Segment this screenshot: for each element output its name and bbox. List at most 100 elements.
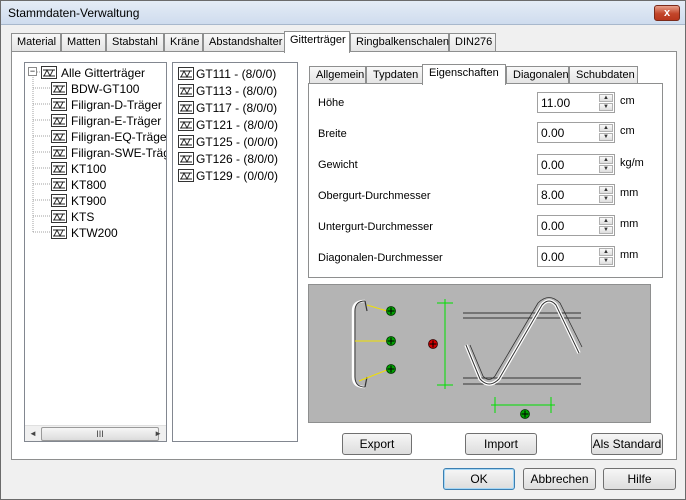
traeger-icon [178, 118, 194, 131]
tab-din276[interactable]: DIN276 [449, 33, 496, 52]
window-title: Stammdaten-Verwaltung [8, 6, 140, 20]
spin-up-icon[interactable]: ▲ [599, 124, 613, 132]
obergurt-input[interactable]: 8.00 ▲ ▼ [537, 184, 615, 205]
tree-item-label: KTW200 [71, 226, 118, 240]
title-bar[interactable]: Stammdaten-Verwaltung x [1, 1, 685, 25]
subtab-diagonalen[interactable]: Diagonalen [506, 66, 569, 84]
subtab-allgemein[interactable]: Allgemein [309, 66, 366, 84]
list-item-label: GT121 - (8/0/0) [196, 118, 279, 132]
traeger-icon [51, 210, 67, 223]
hoehe-value: 11.00 [541, 96, 571, 110]
traeger-icon [51, 226, 67, 239]
untergurt-unit: mm [620, 218, 639, 230]
spin-up-icon[interactable]: ▲ [599, 248, 613, 256]
gewicht-label: Gewicht [318, 159, 358, 171]
list-item-label: GT113 - (8/0/0) [196, 84, 278, 98]
spin-down-icon[interactable]: ▼ [599, 165, 613, 173]
scroll-right-arrow-icon[interactable]: ► [154, 429, 162, 438]
diagonalen-label: Diagonalen-Durchmesser [318, 252, 443, 264]
obergurt-value: 8.00 [541, 188, 565, 202]
spin-up-icon[interactable]: ▲ [599, 156, 613, 164]
breite-label: Breite [318, 128, 347, 140]
import-button[interactable]: Import [465, 433, 537, 455]
obergurt-unit: mm [620, 187, 639, 199]
subtab-typdaten[interactable]: Typdaten [366, 66, 423, 84]
list-item-label: GT111 - (8/0/0) [196, 67, 277, 81]
tree-horizontal-scrollbar[interactable]: ◄ III ► [25, 425, 166, 441]
tree-item-label: KT800 [71, 178, 107, 192]
spin-up-icon[interactable]: ▲ [599, 217, 613, 225]
spin-down-icon[interactable]: ▼ [599, 195, 613, 203]
tab-kraene[interactable]: Kräne [164, 33, 203, 52]
tree-item-label: KT900 [71, 194, 107, 208]
diagonalen-spinner[interactable]: ▲ ▼ [599, 248, 613, 265]
tab-ringbalkenschalen[interactable]: Ringbalkenschalen [350, 33, 449, 52]
traeger-icon [178, 169, 194, 182]
gewicht-unit: kg/m [620, 157, 644, 169]
tab-stabstahl[interactable]: Stabstahl [106, 33, 164, 52]
traeger-drawing [351, 297, 583, 419]
tree-item-label: Filigran-E-Träger [71, 114, 162, 128]
spin-down-icon[interactable]: ▼ [599, 133, 613, 141]
gewicht-spinner[interactable]: ▲ ▼ [599, 156, 613, 173]
breite-input[interactable]: 0.00 ▲ ▼ [537, 122, 615, 143]
scroll-left-arrow-icon[interactable]: ◄ [29, 429, 37, 438]
traeger-icon [178, 152, 194, 165]
spin-up-icon[interactable]: ▲ [599, 94, 613, 102]
scroll-thumb[interactable]: III [41, 427, 159, 441]
help-button[interactable]: Hilfe [603, 468, 676, 490]
gewicht-value: 0.00 [541, 158, 565, 172]
hoehe-input[interactable]: 11.00 ▲ ▼ [537, 92, 615, 113]
spin-down-icon[interactable]: ▼ [599, 103, 613, 111]
export-button[interactable]: Export [342, 433, 412, 455]
traeger-icon [178, 101, 194, 114]
subtab-schubdaten[interactable]: Schubdaten [569, 66, 638, 84]
hoehe-spinner[interactable]: ▲ ▼ [599, 94, 613, 111]
traeger-icon [51, 114, 67, 127]
traeger-icon [178, 135, 194, 148]
tab-gittertraeger[interactable]: Gitterträger [284, 31, 350, 53]
subtab-eigenschaften[interactable]: Eigenschaften [422, 64, 506, 85]
spin-down-icon[interactable]: ▼ [599, 257, 613, 265]
spin-down-icon[interactable]: ▼ [599, 226, 613, 234]
close-button[interactable]: x [654, 5, 680, 21]
tree-item-label: KTS [71, 210, 95, 224]
untergurt-label: Untergurt-Durchmesser [318, 221, 433, 233]
ok-button[interactable]: OK [443, 468, 515, 490]
tree-item-label: Filigran-SWE-Träger [71, 146, 166, 160]
tab-abstandshalter[interactable]: Abstandshalter [203, 33, 286, 52]
untergurt-spinner[interactable]: ▲ ▼ [599, 217, 613, 234]
traeger-icon [51, 162, 67, 175]
untergurt-input[interactable]: 0.00 ▲ ▼ [537, 215, 615, 236]
list-item-label: GT125 - (0/0/0) [196, 135, 279, 149]
tree-expander[interactable]: − [28, 67, 37, 76]
breite-spinner[interactable]: ▲ ▼ [599, 124, 613, 141]
cancel-button[interactable]: Abbrechen [523, 468, 596, 490]
traeger-icon [51, 130, 67, 143]
tree-root-label: Alle Gitterträger [61, 66, 146, 80]
hoehe-unit: cm [620, 95, 635, 107]
gewicht-input[interactable]: 0.00 ▲ ▼ [537, 154, 615, 175]
traeger-icon [51, 82, 67, 95]
diagonalen-unit: mm [620, 249, 639, 261]
traeger-tree[interactable]: − Alle Gitterträger BDW-GT100 Filigran-D… [24, 62, 167, 442]
diagonalen-input[interactable]: 0.00 ▲ ▼ [537, 246, 615, 267]
traeger-icon [41, 66, 57, 79]
diagonalen-value: 0.00 [541, 250, 565, 264]
breite-value: 0.00 [541, 126, 565, 140]
als-standard-button[interactable]: Als Standard [591, 433, 663, 455]
untergurt-value: 0.00 [541, 219, 565, 233]
obergurt-spinner[interactable]: ▲ ▼ [599, 186, 613, 203]
list-item-label: GT129 - (0/0/0) [196, 169, 279, 183]
traeger-icon [51, 98, 67, 111]
profile-list[interactable]: GT111 - (8/0/0) GT113 - (8/0/0) GT117 - … [172, 62, 298, 442]
traeger-icon [51, 146, 67, 159]
hoehe-label: Höhe [318, 97, 345, 109]
tree-item-label: KT100 [71, 162, 107, 176]
settings-dialog: Stammdaten-Verwaltung x Material Matten … [0, 0, 686, 500]
tab-material[interactable]: Material [11, 33, 61, 52]
tab-matten[interactable]: Matten [61, 33, 106, 52]
traeger-icon [51, 194, 67, 207]
spin-up-icon[interactable]: ▲ [599, 186, 613, 194]
tree-item-label: Filigran-D-Träger [71, 98, 162, 112]
